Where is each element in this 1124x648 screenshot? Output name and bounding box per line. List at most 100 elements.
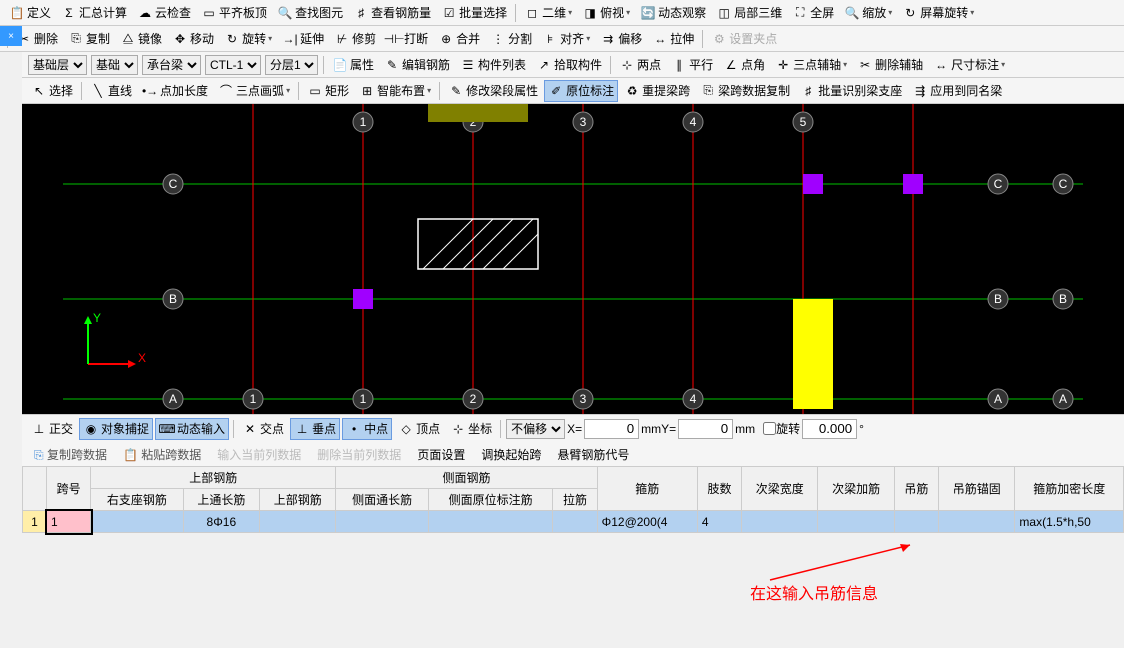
swap-start-tab[interactable]: 调换起始跨 <box>473 444 549 465</box>
col-secwidth[interactable]: 次梁宽度 <box>742 467 818 511</box>
align-button[interactable]: ⊧对齐▾ <box>538 28 594 50</box>
point-length-tool[interactable]: •→点加长度 <box>138 80 212 102</box>
page-setup-tab[interactable]: 页面设置 <box>409 444 473 465</box>
cell-stirrup[interactable]: Φ12@200(4 <box>597 511 697 533</box>
data-grid[interactable]: 跨号 上部钢筋 侧面钢筋 箍筋 肢数 次梁宽度 次梁加筋 吊筋 吊筋锚固 箍筋加… <box>22 466 1124 533</box>
cell-secadd[interactable] <box>818 511 894 533</box>
modify-span-attr-button[interactable]: ✎修改梁段属性 <box>444 80 542 102</box>
col-limbs[interactable]: 肢数 <box>697 467 741 511</box>
select-tool[interactable]: ↖选择 <box>27 80 77 102</box>
col-toprebar[interactable]: 上部钢筋 <box>260 489 336 511</box>
inplace-annotation-button[interactable]: ✐原位标注 <box>544 80 618 102</box>
rotate-input[interactable] <box>802 419 857 439</box>
cell-hanger-anchor[interactable] <box>939 511 1015 533</box>
ortho-toggle[interactable]: ⊥正交 <box>27 418 77 440</box>
coord-snap[interactable]: ⊹坐标 <box>446 418 496 440</box>
three-axis-button[interactable]: ✛三点辅轴▾ <box>771 54 851 76</box>
vertex-snap[interactable]: ◇顶点 <box>394 418 444 440</box>
submember-select[interactable]: 承台梁 <box>142 55 201 75</box>
rotate-screen-button[interactable]: ↻屏幕旋转▾ <box>898 2 978 24</box>
zoom-button[interactable]: 🔍缩放▾ <box>840 2 896 24</box>
stretch-button[interactable]: ↔拉伸 <box>648 28 698 50</box>
col-tie[interactable]: 拉筋 <box>553 489 597 511</box>
move-button[interactable]: ✥移动 <box>168 28 218 50</box>
split-button[interactable]: ⋮分割 <box>486 28 536 50</box>
perp-snap[interactable]: ⊥垂点 <box>290 418 340 440</box>
pick-member-button[interactable]: ↗拾取构件 <box>532 54 606 76</box>
summary-button[interactable]: Σ汇总计算 <box>57 2 131 24</box>
copy-span-tab[interactable]: ⎘ 复制跨数据 <box>26 444 115 465</box>
dynamic-view-button[interactable]: 🔄动态观察 <box>636 2 710 24</box>
qty-button[interactable]: ♯查看钢筋量 <box>349 2 435 24</box>
apply-same-name-button[interactable]: ⇶应用到同名梁 <box>908 80 1006 102</box>
col-hanger-anchor[interactable]: 吊筋锚固 <box>939 467 1015 511</box>
member-select[interactable]: 基础 <box>91 55 138 75</box>
col-sidethru[interactable]: 侧面通长筋 <box>336 489 428 511</box>
offset-button[interactable]: ⇉偏移 <box>596 28 646 50</box>
cantilever-tab[interactable]: 悬臂钢筋代号 <box>549 444 637 465</box>
cell-limbs[interactable]: 4 <box>697 511 741 533</box>
define-button[interactable]: 📋定义 <box>5 2 55 24</box>
delete-col-tab[interactable]: 删除当前列数据 <box>309 444 409 465</box>
mid-snap[interactable]: •中点 <box>342 418 392 440</box>
line-tool[interactable]: ╲直线 <box>86 80 136 102</box>
smart-layout-tool[interactable]: ⊞智能布置▾ <box>355 80 435 102</box>
col-sideinplace[interactable]: 侧面原位标注筋 <box>428 489 553 511</box>
copy-button[interactable]: ⎘复制 <box>64 28 114 50</box>
cell-topthru[interactable]: 8Φ16 <box>183 511 259 533</box>
col-stirrup[interactable]: 箍筋 <box>597 467 697 511</box>
level-button[interactable]: ▭平齐板顶 <box>197 2 271 24</box>
set-clamp-button[interactable]: ⚙设置夹点 <box>707 28 781 50</box>
extend-button[interactable]: →|延伸 <box>278 28 328 50</box>
arc3-tool[interactable]: ⌒三点画弧▾ <box>214 80 294 102</box>
x-input[interactable] <box>584 419 639 439</box>
edit-rebar-button[interactable]: ✎编辑钢筋 <box>380 54 454 76</box>
input-col-tab[interactable]: 输入当前列数据 <box>209 444 309 465</box>
layer-select[interactable]: 基础层 <box>28 55 87 75</box>
rotate-checkbox[interactable] <box>763 422 776 435</box>
col-rightsup[interactable]: 右支座钢筋 <box>91 489 183 511</box>
rotate-button[interactable]: ↻旋转▾ <box>220 28 276 50</box>
member-list-button[interactable]: ☰构件列表 <box>456 54 530 76</box>
drawing-canvas[interactable]: 3000 3000 12000 12000 3000 3000 3000 300… <box>22 104 1124 414</box>
break-button[interactable]: ⊣⊢打断 <box>382 28 432 50</box>
cell-span[interactable]: 1 <box>47 511 91 533</box>
local-3d-button[interactable]: ◫局部三维 <box>712 2 786 24</box>
batch-support-button[interactable]: ♯批量识别梁支座 <box>796 80 906 102</box>
fullscreen-button[interactable]: ⛶全屏 <box>788 2 838 24</box>
cell-sideinplace[interactable] <box>428 511 553 533</box>
code-select[interactable]: CTL-1 <box>205 55 261 75</box>
cell-dense[interactable]: max(1.5*h,50 <box>1015 511 1124 533</box>
find-button[interactable]: 🔍查找图元 <box>273 2 347 24</box>
col-secadd[interactable]: 次梁加筋 <box>818 467 894 511</box>
top-view-button[interactable]: ◨俯视▾ <box>578 2 634 24</box>
parallel-button[interactable]: ∥平行 <box>667 54 717 76</box>
relift-button[interactable]: ♻重提梁跨 <box>620 80 694 102</box>
two-point-button[interactable]: ⊹两点 <box>615 54 665 76</box>
side-tab[interactable]: × <box>0 26 22 46</box>
cloud-check-button[interactable]: ☁云检查 <box>133 2 195 24</box>
point-angle-button[interactable]: ∠点角 <box>719 54 769 76</box>
cell-hanger[interactable] <box>894 511 938 533</box>
cross-snap[interactable]: ✕交点 <box>238 418 288 440</box>
span-data-copy-button[interactable]: ⎘梁跨数据复制 <box>696 80 794 102</box>
cell-rightsup[interactable] <box>91 511 183 533</box>
dimension-button[interactable]: ↔尺寸标注▾ <box>929 54 1009 76</box>
col-hanger[interactable]: 吊筋 <box>894 467 938 511</box>
dynamic-input-toggle[interactable]: ⌨动态输入 <box>155 418 229 440</box>
rect-tool[interactable]: ▭矩形 <box>303 80 353 102</box>
cell-secwidth[interactable] <box>742 511 818 533</box>
snap-toggle[interactable]: ◉对象捕捉 <box>79 418 153 440</box>
col-span[interactable]: 跨号 <box>47 467 91 511</box>
paste-span-tab[interactable]: 📋 粘贴跨数据 <box>115 444 209 465</box>
cell-tie[interactable] <box>553 511 597 533</box>
merge-button[interactable]: ⊕合并 <box>434 28 484 50</box>
col-dense[interactable]: 箍筋加密长度 <box>1015 467 1124 511</box>
cell-toprebar[interactable] <box>260 511 336 533</box>
col-topthru[interactable]: 上通长筋 <box>183 489 259 511</box>
delete-axis-button[interactable]: ✂删除辅轴 <box>853 54 927 76</box>
batch-select-button[interactable]: ☑批量选择 <box>437 2 511 24</box>
cell-sidethru[interactable] <box>336 511 428 533</box>
floor-select[interactable]: 分层1 <box>265 55 318 75</box>
mirror-button[interactable]: ⧋镜像 <box>116 28 166 50</box>
